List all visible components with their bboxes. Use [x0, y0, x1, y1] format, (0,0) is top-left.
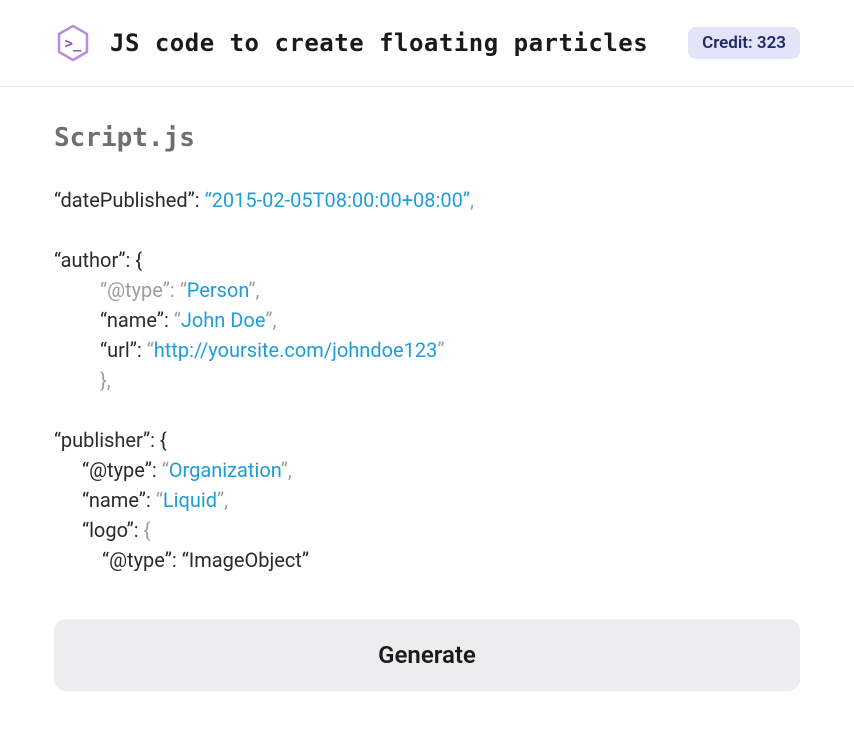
code-line: “author”: { [54, 245, 800, 275]
generate-button[interactable]: Generate [54, 619, 800, 691]
code-line: “publisher”: { [54, 425, 800, 455]
code-line: “name”: “Liquid”, [54, 485, 800, 515]
code-line: “logo”: { [54, 515, 800, 545]
svg-text:>_: >_ [65, 36, 82, 52]
credit-badge: Credit: 323 [688, 27, 800, 59]
action-bar: Generate [0, 575, 854, 731]
code-line: }, [54, 365, 800, 395]
code-line: “url”: “http://yoursite.com/johndoe123” [54, 335, 800, 365]
code-line: “@type”: “Organization”, [54, 455, 800, 485]
app-logo-icon: >_ [54, 24, 92, 62]
file-title: Script.js [54, 123, 800, 153]
code-line: “name”: “John Doe”, [54, 305, 800, 335]
code-line: “datePublished”: “2015-02-05T08:00:00+08… [54, 185, 800, 215]
code-block: “datePublished”: “2015-02-05T08:00:00+08… [54, 185, 800, 575]
page-title: JS code to create floating particles [110, 29, 670, 57]
main-content: Script.js “datePublished”: “2015-02-05T0… [0, 87, 854, 575]
code-line: “@type”: “Person”, [54, 275, 800, 305]
header: >_ JS code to create floating particles … [0, 0, 854, 87]
code-line: “@type”: “ImageObject” [54, 545, 800, 575]
